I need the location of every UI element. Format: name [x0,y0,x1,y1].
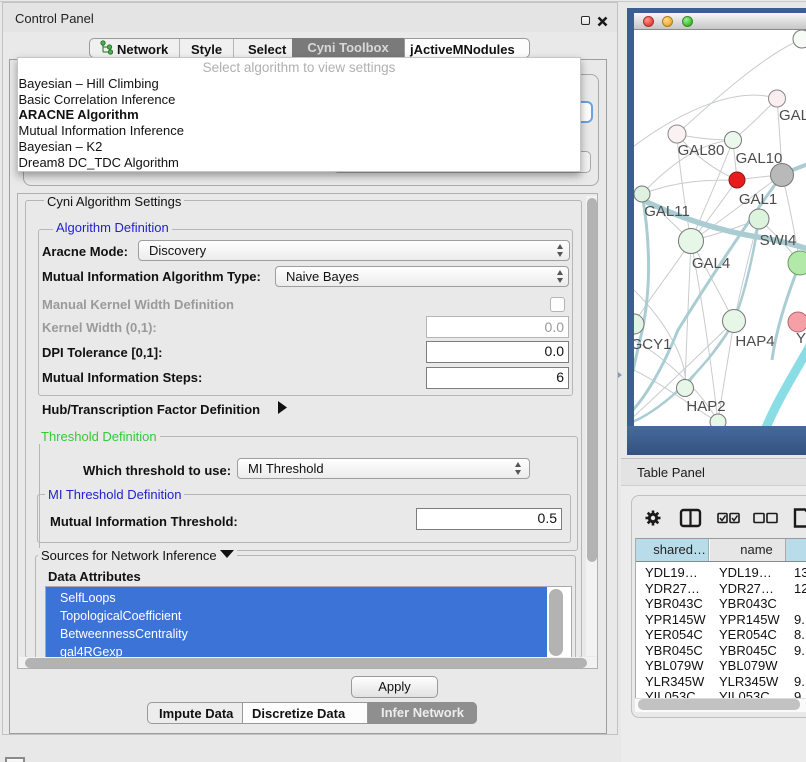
svg-text:GAL11: GAL11 [644,203,690,220]
svg-text:GAL4: GAL4 [692,255,730,272]
svg-text:GAL2: GAL2 [779,107,806,124]
svg-text:GCY1: GCY1 [634,336,671,353]
svg-text:SWI4: SWI4 [760,232,797,249]
svg-text:HAP4: HAP4 [735,333,774,350]
svg-text:GAL1: GAL1 [739,191,777,208]
svg-text:GAL10: GAL10 [736,150,783,167]
svg-text:Y: Y [796,330,806,347]
svg-text:GAL80: GAL80 [678,142,725,159]
svg-text:HAP2: HAP2 [686,398,725,415]
